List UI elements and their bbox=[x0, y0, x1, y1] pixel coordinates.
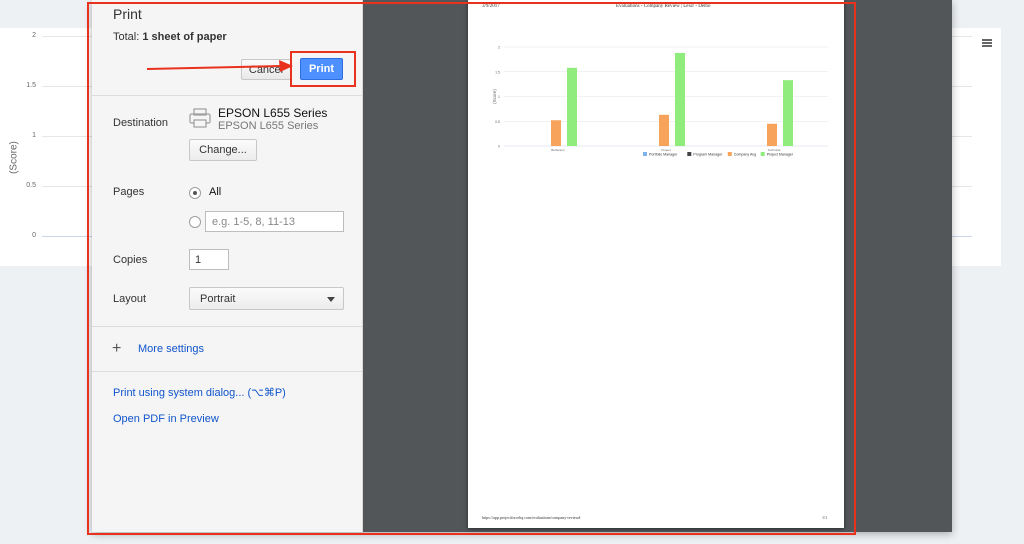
copies-label: Copies bbox=[113, 254, 148, 266]
total-prefix: Total: bbox=[113, 31, 140, 43]
print-settings-panel: Print Total: 1 sheet of paper Cancel Pri… bbox=[92, 0, 363, 532]
pages-range-input[interactable] bbox=[205, 211, 344, 232]
bg-y-tick: 0.5 bbox=[26, 182, 36, 189]
copies-input[interactable] bbox=[189, 249, 229, 270]
printer-name: EPSON L655 Series bbox=[218, 106, 328, 120]
chart-legend-swatch bbox=[687, 152, 692, 156]
chart-legend-label: Program Manager bbox=[693, 153, 723, 157]
chevron-down-icon bbox=[327, 297, 335, 302]
preview-header-title: Evaluations - Company Review | Lexir - D… bbox=[616, 4, 711, 9]
pages-label: Pages bbox=[113, 186, 145, 198]
layout-label: Layout bbox=[113, 293, 147, 305]
pages-all-label: All bbox=[209, 186, 222, 198]
bg-y-tick: 1 bbox=[32, 132, 36, 139]
print-header: Print Total: 1 sheet of paper Cancel Pri… bbox=[92, 0, 363, 96]
pages-all-radio[interactable] bbox=[189, 187, 201, 199]
chart-bar bbox=[551, 120, 561, 146]
layout-value: Portrait bbox=[200, 293, 236, 305]
bg-y-tick: 2 bbox=[32, 32, 36, 39]
chart-y-tick: 1 bbox=[498, 95, 500, 99]
chart-bar bbox=[783, 80, 793, 146]
chart-y-tick: 1.5 bbox=[495, 70, 500, 74]
bg-y-tick: 0 bbox=[32, 232, 36, 239]
chart-legend-label: Project Manager bbox=[767, 153, 794, 157]
open-pdf-link[interactable]: Open PDF in Preview bbox=[113, 413, 219, 425]
plus-icon: + bbox=[112, 340, 122, 357]
total-value: 1 sheet of paper bbox=[142, 31, 227, 43]
chart-legend-swatch bbox=[727, 152, 732, 156]
pages-range-radio[interactable] bbox=[189, 216, 201, 228]
print-preview-area: 3/9/2017 Evaluations - Company Review | … bbox=[363, 0, 952, 532]
more-settings-link[interactable]: More settings bbox=[138, 343, 204, 355]
chart-y-axis-label: (Score) bbox=[492, 89, 497, 104]
chart-x-tick: Behaviour bbox=[551, 148, 565, 152]
chart-legend-label: Company Avg bbox=[734, 153, 756, 157]
bg-y-tick: 1.5 bbox=[26, 82, 36, 89]
chart-bar bbox=[675, 52, 685, 146]
chart-y-tick: 0.5 bbox=[495, 120, 500, 124]
change-destination-button[interactable]: Change... bbox=[189, 139, 257, 161]
chart-legend-label: Portfolio Manager bbox=[649, 153, 678, 157]
cancel-button[interactable]: Cancel bbox=[241, 59, 291, 80]
chart-y-tick: 2 bbox=[498, 46, 500, 50]
preview-footer-url: https://app.projectforcehq.com/evaluatio… bbox=[482, 515, 581, 520]
sheet-total: Total: 1 sheet of paper bbox=[113, 31, 227, 43]
print-dialog: Print Total: 1 sheet of paper Cancel Pri… bbox=[92, 0, 952, 532]
dialog-title: Print bbox=[113, 6, 142, 22]
chart-y-tick: 0 bbox=[498, 145, 500, 149]
preview-header-date: 3/9/2017 bbox=[482, 4, 500, 9]
system-dialog-link[interactable]: Print using system dialog... (⌥⌘P) bbox=[113, 386, 286, 399]
printer-subtitle: EPSON L655 Series bbox=[218, 120, 319, 132]
layout-select[interactable]: Portrait bbox=[189, 287, 344, 310]
preview-bar-chart: 2 1.5 1 0.5 0 (Score) Behaviour Project Technica… bbox=[492, 46, 828, 157]
chart-legend-swatch bbox=[760, 152, 765, 156]
chart-x-tick: Technical bbox=[768, 148, 781, 152]
chart-bar bbox=[659, 114, 669, 146]
chart-bar bbox=[567, 67, 577, 146]
print-button[interactable]: Print bbox=[300, 58, 343, 80]
preview-footer-page: 1/1 bbox=[822, 515, 828, 520]
bg-y-axis-label: (Score) bbox=[8, 141, 20, 174]
destination-label: Destination bbox=[113, 117, 169, 129]
preview-page: 3/9/2017 Evaluations - Company Review | … bbox=[468, 0, 844, 528]
printer-icon bbox=[189, 108, 211, 128]
more-settings-row[interactable]: + More settings bbox=[92, 326, 363, 372]
chart-legend-swatch bbox=[643, 152, 647, 156]
hamburger-menu-icon[interactable] bbox=[982, 39, 992, 47]
chart-x-tick: Project bbox=[661, 148, 671, 152]
chart-bar bbox=[767, 123, 777, 146]
